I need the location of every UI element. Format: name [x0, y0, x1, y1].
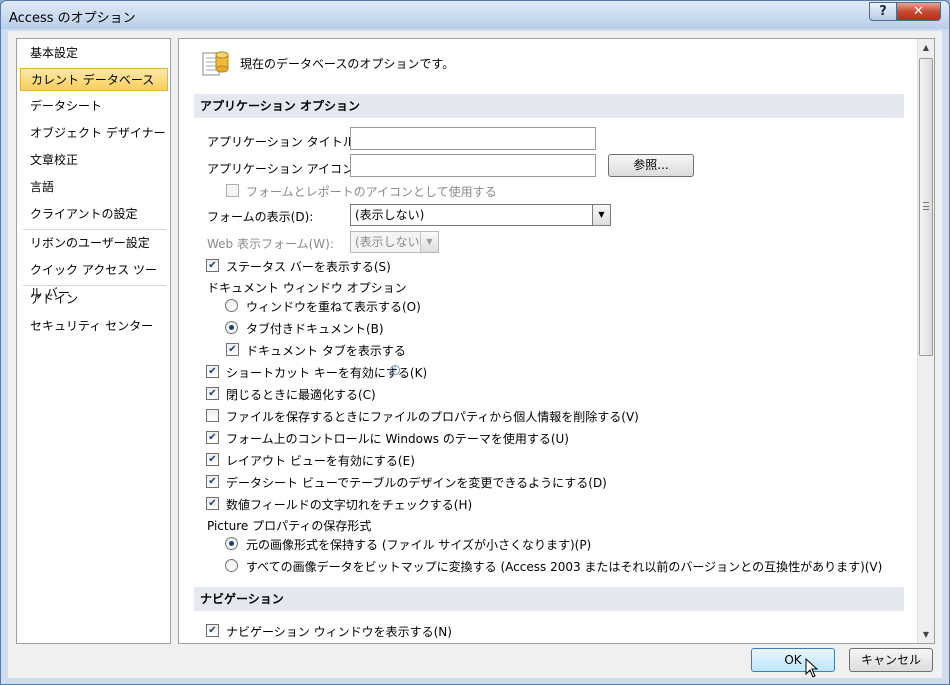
scrollbar-thumb[interactable] — [919, 58, 933, 356]
nav-divider — [23, 229, 166, 230]
tabbed-documents-radio[interactable] — [225, 321, 238, 334]
checkmark-icon: ✔ — [208, 432, 217, 443]
web-form-select[interactable]: (表示しない) ▼ — [350, 231, 439, 253]
display-form-select[interactable]: (表示しない) ▼ — [350, 204, 611, 226]
tabbed-documents-label: タブ付きドキュメント(B) — [246, 322, 384, 336]
nav-item-label: セキュリティ センター — [30, 319, 154, 333]
scroll-down-icon[interactable]: ▼ — [918, 626, 934, 643]
nav-item-general[interactable]: 基本設定 — [20, 42, 168, 65]
help-icon: ? — [879, 4, 887, 19]
convert-bitmap-label: すべての画像データをビットマップに変換する (Access 2003 またはそれ… — [246, 560, 883, 574]
vertical-scrollbar[interactable]: ▲ ▼ — [917, 39, 934, 643]
nav-item-label: アドイン — [30, 292, 79, 306]
nav-item-label: カレント データベース — [31, 73, 155, 87]
windows-theme-checkbox[interactable]: ✔ — [206, 431, 219, 444]
doc-tabs-label: ドキュメント タブを表示する — [246, 344, 406, 358]
nav-item-label: 言語 — [30, 180, 55, 194]
nav-item-label: クライアントの設定 — [30, 207, 138, 221]
nav-item-proofing[interactable]: 文章校正 — [20, 149, 168, 172]
nav-item-quick-access-toolbar[interactable]: クイック アクセス ツール バー — [20, 259, 168, 300]
use-icon-label: フォームとレポートのアイコンとして使用する — [246, 185, 497, 199]
use-icon-checkbox[interactable] — [226, 184, 239, 197]
nav-item-current-database[interactable]: カレント データベース — [20, 68, 168, 91]
checkmark-icon: ✔ — [208, 498, 217, 509]
layout-view-checkbox[interactable]: ✔ — [206, 453, 219, 466]
status-bar-checkbox[interactable]: ✔ — [206, 259, 219, 272]
database-options-icon — [202, 51, 229, 76]
nav-divider — [23, 285, 166, 286]
mouse-cursor-icon — [805, 658, 819, 678]
category-nav: 基本設定 カレント データベース データシート オブジェクト デザイナー 文章校… — [16, 38, 171, 644]
nav-item-label: 文章校正 — [30, 153, 79, 167]
title-bar: Access のオプション ? ✕ — [1, 1, 949, 29]
picture-format-label: Picture プロパティの保存形式 — [207, 519, 372, 533]
info-icon[interactable]: i — [390, 365, 400, 375]
close-icon: ✕ — [913, 4, 924, 19]
datasheet-design-label: データシート ビューでテーブルのデザインを変更できるようにする(D) — [226, 476, 607, 490]
scroll-up-icon[interactable]: ▲ — [918, 39, 934, 56]
dialog-client: 基本設定 カレント データベース データシート オブジェクト デザイナー 文章校… — [8, 31, 942, 678]
web-form-label: Web 表示フォーム(W): — [207, 237, 334, 251]
compact-on-close-checkbox[interactable]: ✔ — [206, 387, 219, 400]
checkmark-icon: ✔ — [208, 366, 217, 377]
remove-personal-info-label: ファイルを保存するときにファイルのプロパティから個人情報を削除する(V) — [226, 410, 639, 424]
windows-theme-label: フォーム上のコントロールに Windows のテーマを使用する(U) — [226, 432, 569, 446]
section-navigation: ナビゲーション — [194, 587, 904, 611]
panel-header-text: 現在のデータベースのオプションです。 — [240, 57, 455, 71]
nav-item-label: オブジェクト デザイナー — [30, 126, 166, 140]
app-title-input[interactable] — [350, 127, 596, 150]
nav-item-language[interactable]: 言語 — [20, 176, 168, 199]
nav-item-trust-center[interactable]: セキュリティ センター — [20, 315, 168, 338]
close-button[interactable]: ✕ — [896, 2, 941, 21]
overlap-windows-radio[interactable] — [225, 299, 238, 312]
section-application-options: アプリケーション オプション — [194, 94, 904, 118]
app-icon-input[interactable] — [350, 154, 596, 177]
nav-item-datasheet[interactable]: データシート — [20, 95, 168, 118]
nav-item-object-designers[interactable]: オブジェクト デザイナー — [20, 122, 168, 145]
options-panel: 現在のデータベースのオプションです。 アプリケーション オプション アプリケーシ… — [178, 38, 935, 644]
doc-window-options-label: ドキュメント ウィンドウ オプション — [207, 281, 407, 295]
display-form-label: フォームの表示(D): — [207, 210, 314, 224]
status-bar-label: ステータス バーを表示する(S) — [226, 260, 391, 274]
datasheet-design-checkbox[interactable]: ✔ — [206, 475, 219, 488]
layout-view-label: レイアウト ビューを有効にする(E) — [226, 454, 415, 468]
chevron-down-icon[interactable]: ▼ — [420, 232, 438, 252]
doc-tabs-checkbox[interactable]: ✔ — [226, 343, 239, 356]
options-dialog: Access のオプション ? ✕ 基本設定 カレント データベース データシー… — [0, 0, 950, 685]
nav-item-client-settings[interactable]: クライアントの設定 — [20, 203, 168, 226]
display-form-value: (表示しない) — [355, 208, 425, 222]
nav-item-label: データシート — [30, 99, 103, 113]
show-nav-pane-checkbox[interactable]: ✔ — [206, 624, 219, 637]
nav-item-label: リボンのユーザー設定 — [30, 236, 150, 250]
nav-item-label: 基本設定 — [30, 46, 79, 60]
overlap-windows-label: ウィンドウを重ねて表示する(O) — [246, 300, 421, 314]
preserve-format-radio[interactable] — [225, 537, 238, 550]
checkmark-icon: ✔ — [208, 260, 217, 271]
window-title: Access のオプション — [9, 11, 136, 26]
show-nav-pane-label: ナビゲーション ウィンドウを表示する(N) — [226, 625, 452, 639]
remove-personal-info-checkbox[interactable] — [206, 409, 219, 422]
compact-on-close-label: 閉じるときに最適化する(C) — [226, 388, 376, 402]
checkmark-icon: ✔ — [208, 388, 217, 399]
cancel-button[interactable]: キャンセル — [849, 648, 933, 672]
app-icon-label: アプリケーション アイコン(I): — [207, 162, 371, 176]
nav-item-customize-ribbon[interactable]: リボンのユーザー設定 — [20, 232, 168, 255]
shortcut-keys-checkbox[interactable]: ✔ — [206, 365, 219, 378]
preserve-format-label: 元の画像形式を保持する (ファイル サイズが小さくなります)(P) — [246, 538, 592, 552]
truncation-check-label: 数値フィールドの文字切れをチェックする(H) — [226, 498, 473, 512]
ok-button[interactable]: OK — [751, 648, 835, 672]
chevron-down-icon[interactable]: ▼ — [592, 205, 610, 225]
help-button[interactable]: ? — [869, 2, 897, 21]
checkmark-icon: ✔ — [208, 454, 217, 465]
browse-button[interactable]: 参照... — [608, 154, 694, 177]
web-form-value: (表示しない) — [355, 235, 425, 249]
checkmark-icon: ✔ — [208, 625, 217, 636]
checkmark-icon: ✔ — [228, 344, 237, 355]
grip-icon — [923, 202, 929, 210]
convert-bitmap-radio[interactable] — [225, 559, 238, 572]
checkmark-icon: ✔ — [208, 476, 217, 487]
nav-item-add-ins[interactable]: アドイン — [20, 288, 168, 311]
truncation-check-checkbox[interactable]: ✔ — [206, 497, 219, 510]
